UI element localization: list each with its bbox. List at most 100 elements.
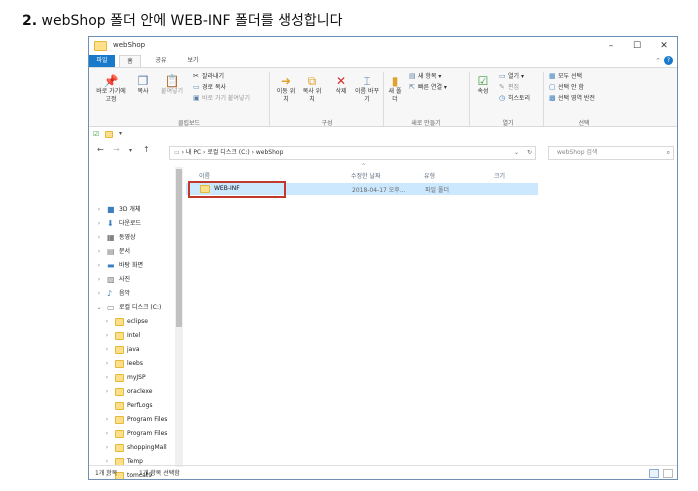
sidebar-item[interactable]: › eclipse: [89, 315, 183, 329]
select-none-button[interactable]: ▢ 선택 안 함: [549, 83, 584, 92]
chevron-right-icon[interactable]: ›: [103, 315, 111, 329]
ribbon-separator: [269, 72, 270, 126]
column-size[interactable]: 크기: [494, 171, 505, 180]
chevron-right-icon[interactable]: ›: [103, 371, 111, 385]
move-to-button[interactable]: ➜ 이동 위치: [275, 74, 297, 104]
close-button[interactable]: ✕: [650, 38, 677, 54]
up-arrow-icon[interactable]: ↑: [143, 145, 150, 154]
select-all-button[interactable]: ▦ 모두 선택: [549, 72, 582, 81]
path-icon: ▭: [193, 83, 200, 91]
chevron-right-icon[interactable]: ›: [95, 259, 103, 273]
copy-button[interactable]: ❐ 복사: [133, 74, 153, 96]
copy-label: 복사: [137, 88, 149, 95]
chevron-right-icon[interactable]: ›: [95, 245, 103, 259]
cut-button[interactable]: ✂ 잘라내기: [193, 72, 224, 81]
chevron-right-icon[interactable]: ›: [95, 231, 103, 245]
sidebar-item-label: oraclexe: [127, 388, 153, 395]
chevron-right-icon[interactable]: ›: [103, 413, 111, 427]
chevron-right-icon[interactable]: ›: [103, 441, 111, 455]
invert-selection-button[interactable]: ▩ 선택 영역 반전: [549, 94, 595, 103]
sidebar-item[interactable]: › ■ 3D 개체: [89, 203, 183, 217]
check-icon[interactable]: ☑: [93, 130, 99, 138]
large-icons-view-icon[interactable]: [663, 469, 673, 478]
sidebar-item[interactable]: › ⬇ 다운로드: [89, 217, 183, 231]
sidebar-item[interactable]: ⌄ ▭ 로컬 디스크 (C:): [89, 301, 183, 315]
new-folder-button[interactable]: ▮ 새 폴더: [387, 74, 403, 104]
folder-icon[interactable]: [105, 131, 113, 138]
new-folder-icon: ▮: [391, 74, 399, 88]
sidebar-item-label: shoppingMall: [127, 444, 167, 451]
sidebar-item[interactable]: › Program Files: [89, 413, 183, 427]
chevron-down-icon[interactable]: ⌄: [514, 147, 519, 159]
help-icon[interactable]: ?: [664, 56, 673, 65]
refresh-icon[interactable]: ↻: [527, 147, 532, 159]
properties-button[interactable]: ☑ 속성: [473, 74, 493, 96]
chevron-right-icon[interactable]: ›: [103, 427, 111, 441]
copy-path-button[interactable]: ▭ 경로 복사: [193, 83, 226, 92]
back-arrow-icon[interactable]: ←: [97, 145, 104, 154]
copy-to-button[interactable]: ⧉ 복사 위치: [301, 74, 323, 104]
tab-file[interactable]: 파일: [89, 55, 115, 67]
sidebar-item[interactable]: › shoppingMall: [89, 441, 183, 455]
tab-view[interactable]: 보기: [181, 55, 205, 67]
sidebar-item[interactable]: › ▨ 사진: [89, 273, 183, 287]
scrollbar-thumb[interactable]: [176, 169, 182, 327]
chevron-down-icon[interactable]: ⌄: [95, 301, 103, 315]
chevron-down-icon[interactable]: ▾: [119, 130, 122, 137]
easy-access-button[interactable]: ⇱ 빠른 연결 ▾: [409, 83, 447, 92]
easy-access-icon: ⇱: [409, 83, 415, 91]
edit-button[interactable]: ✎ 편집: [499, 83, 519, 92]
paste-shortcut-button[interactable]: ▣ 바로 가기 붙여넣기: [193, 94, 250, 103]
chevron-right-icon[interactable]: ›: [95, 203, 103, 217]
clipboard-group-label: 클립보드: [177, 120, 201, 127]
paste-button[interactable]: 📋 붙여넣기: [157, 74, 187, 96]
folder-icon: [115, 318, 124, 326]
chevron-right-icon[interactable]: ›: [95, 273, 103, 287]
sidebar-item[interactable]: PerfLogs: [89, 399, 183, 413]
sidebar-item[interactable]: › ▦ 동영상: [89, 231, 183, 245]
chevron-up-icon[interactable]: ⌃: [655, 55, 661, 67]
chevron-right-icon[interactable]: ›: [95, 217, 103, 231]
nav-scrollbar[interactable]: [175, 167, 183, 467]
open-button[interactable]: ▭ 열기 ▾: [499, 72, 524, 81]
chevron-right-icon[interactable]: ›: [103, 357, 111, 371]
chevron-right-icon[interactable]: ›: [103, 343, 111, 357]
column-name[interactable]: 이름: [199, 171, 210, 180]
sidebar-item[interactable]: › oraclexe: [89, 385, 183, 399]
sidebar-item-label: 동영상: [119, 234, 136, 241]
column-date[interactable]: 수정한 날짜: [351, 171, 381, 180]
delete-button[interactable]: ✕ 삭제: [331, 74, 351, 96]
cube-icon: ■: [107, 205, 115, 214]
history-button[interactable]: ◷ 히스토리: [499, 94, 530, 103]
paste-shortcut-label: 바로 가기 붙여넣기: [202, 95, 250, 102]
forward-arrow-icon[interactable]: →: [113, 145, 120, 154]
breadcrumb-pc[interactable]: 내 PC: [186, 149, 201, 156]
column-type[interactable]: 유형: [424, 171, 435, 180]
rename-button[interactable]: ⌶ 이름 바꾸기: [355, 74, 379, 104]
pin-quick-access-button[interactable]: 📌 바로 가기에 고정: [93, 74, 129, 104]
search-input[interactable]: webShop 검색 ⌕: [548, 146, 674, 160]
chevron-right-icon[interactable]: ›: [95, 287, 103, 301]
sidebar-item[interactable]: › leebs: [89, 357, 183, 371]
breadcrumb-webshop[interactable]: webShop: [256, 149, 284, 156]
recent-dropdown-icon[interactable]: ▾: [129, 147, 132, 154]
sidebar-item[interactable]: › java: [89, 343, 183, 357]
breadcrumb-drive[interactable]: 로컬 디스크 (C:): [207, 149, 249, 156]
sidebar-item[interactable]: › ♪ 음악: [89, 287, 183, 301]
chevron-right-icon[interactable]: ›: [103, 385, 111, 399]
sidebar-item[interactable]: › ▬ 바탕 화면: [89, 259, 183, 273]
chevron-right-icon[interactable]: ›: [103, 329, 111, 343]
details-view-icon[interactable]: [649, 469, 659, 478]
sidebar-item[interactable]: › ▤ 문서: [89, 245, 183, 259]
sidebar-item[interactable]: › myJSP: [89, 371, 183, 385]
sidebar-item-label: 바탕 화면: [119, 262, 143, 269]
new-item-button[interactable]: ▤ 새 항목 ▾: [409, 72, 441, 81]
tab-share[interactable]: 공유: [149, 55, 173, 67]
minimize-button[interactable]: –: [597, 38, 625, 54]
address-bar[interactable]: ▭ › 내 PC › 로컬 디스크 (C:) › webShop ⌄ ↻: [169, 146, 536, 160]
sidebar-item[interactable]: › Intel: [89, 329, 183, 343]
maximize-button[interactable]: ☐: [623, 38, 651, 54]
sidebar-item[interactable]: › Program Files: [89, 427, 183, 441]
tab-home[interactable]: 홈: [119, 55, 141, 67]
download-icon: ⬇: [107, 219, 114, 228]
